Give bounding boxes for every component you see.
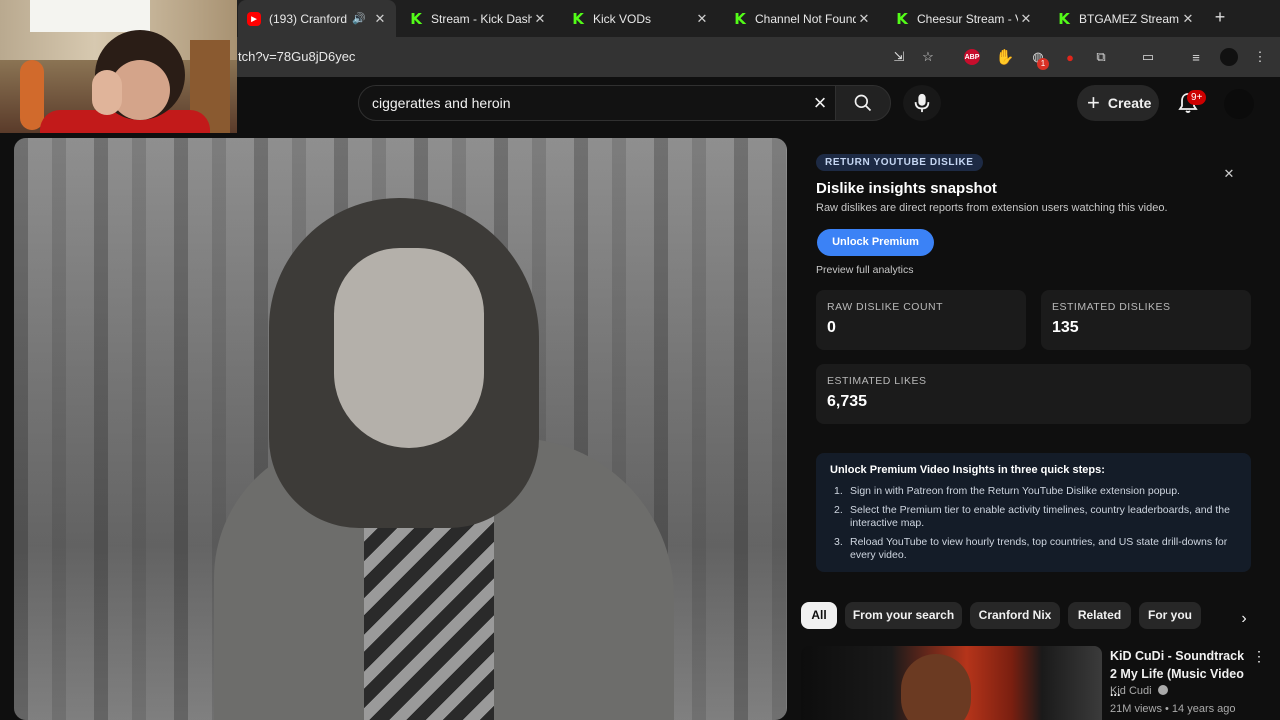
speaker-icon[interactable]: 🔊 — [352, 12, 366, 25]
chip-related[interactable]: Related — [1068, 602, 1131, 629]
close-tab-icon[interactable]: ✕ — [532, 11, 548, 27]
voice-search-button[interactable] — [903, 85, 941, 121]
step-text: Reload YouTube to view hourly trends, to… — [850, 536, 1228, 561]
search-icon — [854, 94, 872, 112]
new-tab-button[interactable]: + — [1210, 7, 1230, 29]
step-item: 3. Reload YouTube to view hourly trends,… — [834, 536, 1234, 562]
create-label: Create — [1107, 95, 1152, 111]
step-item: 2. Select the Premium tier to enable act… — [834, 504, 1234, 530]
tab-kick-vods[interactable]: K Kick VODs ✕ — [562, 0, 718, 37]
browser-menu-icon[interactable]: ⋮ — [1250, 47, 1270, 67]
kick-icon: K — [1058, 9, 1070, 28]
cast-icon[interactable]: ▭ — [1138, 47, 1158, 67]
tab-kick-dashboard[interactable]: K Stream - Kick Dash ✕ — [400, 0, 556, 37]
notification-count-badge: 9+ — [1187, 90, 1207, 105]
unlock-premium-button[interactable]: Unlock Premium — [817, 229, 934, 256]
tab-title: BTGAMEZ Stream — [1079, 11, 1180, 26]
screen: ▶ (193) Cranford 🔊 ✕ K Stream - Kick Das… — [0, 0, 1280, 720]
video-player[interactable] — [14, 138, 787, 720]
preview-analytics-text: Preview full analytics — [816, 264, 914, 276]
stat-value: 135 — [1052, 319, 1079, 336]
kick-icon: K — [410, 9, 422, 28]
youtube-extension-icon[interactable]: ● — [1060, 47, 1080, 67]
bookmark-star-icon[interactable]: ☆ — [918, 47, 938, 67]
estimated-likes-card: ESTIMATED LIKES 6,735 — [816, 364, 1251, 424]
adblock-plus-icon[interactable]: ABP — [964, 49, 980, 65]
stat-value: 0 — [827, 319, 836, 336]
tab-channel-not-found[interactable]: K Channel Not Found ✕ — [724, 0, 880, 37]
extension-hand-icon[interactable]: ✋ — [995, 47, 1015, 67]
search-query: ciggerattes and heroin — [372, 95, 511, 111]
more-actions-icon[interactable]: ⋮ — [1252, 648, 1266, 664]
microphone-icon — [914, 93, 930, 113]
step-number: 1. — [834, 485, 843, 497]
ryd-close-icon[interactable]: ✕ — [1221, 166, 1237, 182]
tab-title: Kick VODs — [593, 11, 652, 26]
clear-search-icon[interactable]: × — [808, 91, 832, 115]
puzzle-extensions-icon[interactable]: ⧉ — [1091, 47, 1111, 67]
chip-cranford-nix[interactable]: Cranford Nix — [970, 602, 1060, 629]
ryd-title: Dislike insights snapshot — [816, 180, 997, 197]
close-tab-icon[interactable]: ✕ — [856, 11, 872, 27]
step-text: Select the Premium tier to enable activi… — [850, 504, 1230, 529]
extension-badge: 1 — [1037, 58, 1049, 70]
chevron-right-icon[interactable]: › — [1235, 610, 1253, 628]
tab-title: Channel Not Found — [755, 11, 856, 26]
tab-title: Cheesur Stream - V — [917, 11, 1018, 26]
search-button[interactable] — [835, 85, 891, 121]
step-text: Sign in with Patreon from the Return You… — [850, 485, 1180, 497]
tab-cheesur[interactable]: K Cheesur Stream - V ✕ — [886, 0, 1042, 37]
kick-icon: K — [896, 9, 908, 28]
tab-title: Stream - Kick Dash — [431, 11, 532, 26]
step-number: 2. — [834, 504, 843, 516]
kick-icon: K — [572, 9, 584, 28]
close-tab-icon[interactable]: ✕ — [1180, 11, 1196, 27]
chip-all[interactable]: All — [801, 602, 837, 629]
steps-heading: Unlock Premium Video Insights in three q… — [830, 464, 1105, 476]
url-field[interactable]: tch?v=78Gu8jD6yec — [238, 49, 355, 64]
step-item: 1. Sign in with Patreon from the Return … — [834, 485, 1234, 498]
chip-for-you[interactable]: For you — [1139, 602, 1201, 629]
step-number: 3. — [834, 536, 843, 548]
raw-dislike-card: RAW DISLIKE COUNT 0 — [816, 290, 1026, 350]
tab-btgamez[interactable]: K BTGAMEZ Stream ✕ — [1048, 0, 1204, 37]
media-controls-icon[interactable]: ≡ — [1186, 47, 1206, 67]
ryd-brand-pill: RETURN YOUTUBE DISLIKE — [816, 154, 983, 171]
plus-icon: + — [1087, 90, 1100, 115]
webcam-overlay — [0, 0, 237, 133]
recommendation-meta: 21M views • 14 years ago — [1110, 703, 1236, 715]
stat-value: 6,735 — [827, 393, 868, 410]
close-tab-icon[interactable]: ✕ — [694, 11, 710, 27]
profile-avatar[interactable] — [1220, 48, 1238, 66]
tab-title: (193) Cranford — [269, 11, 348, 26]
create-button[interactable]: + Create — [1077, 85, 1159, 121]
account-avatar[interactable] — [1224, 89, 1254, 119]
recommendation-channel[interactable]: Kid Cudi — [1110, 685, 1168, 697]
close-tab-icon[interactable]: ✕ — [372, 11, 388, 27]
estimated-dislikes-card: ESTIMATED DISLIKES 135 — [1041, 290, 1251, 350]
close-tab-icon[interactable]: ✕ — [1018, 11, 1034, 27]
tab-cranford[interactable]: ▶ (193) Cranford 🔊 ✕ — [238, 0, 396, 37]
ryd-subtitle: Raw dislikes are direct reports from ext… — [816, 202, 1168, 214]
chip-from-your-search[interactable]: From your search — [845, 602, 962, 629]
stat-label: ESTIMATED LIKES — [827, 375, 927, 387]
channel-name: Kid Cudi — [1110, 685, 1152, 697]
recommendation-thumbnail[interactable] — [801, 646, 1102, 720]
stat-label: ESTIMATED DISLIKES — [1052, 301, 1171, 313]
install-app-icon[interactable]: ⇲ — [889, 47, 909, 67]
kick-icon: K — [734, 9, 746, 28]
youtube-icon: ▶ — [247, 11, 261, 26]
verified-icon — [1157, 685, 1168, 695]
stat-label: RAW DISLIKE COUNT — [827, 301, 944, 313]
